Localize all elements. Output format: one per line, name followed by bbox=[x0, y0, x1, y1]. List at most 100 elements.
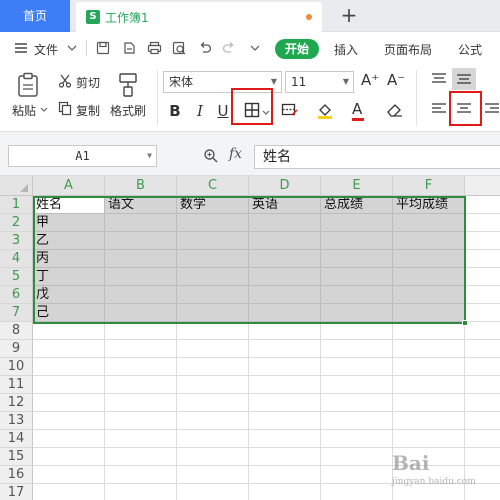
bold-button[interactable]: B bbox=[164, 100, 186, 122]
grid-cell[interactable] bbox=[393, 250, 465, 268]
grid-cell[interactable] bbox=[177, 286, 249, 304]
font-color-button[interactable]: A bbox=[352, 100, 362, 118]
grid-cell[interactable] bbox=[177, 358, 249, 376]
save-icon[interactable] bbox=[96, 41, 110, 55]
grid-cell[interactable] bbox=[33, 376, 105, 394]
grid-cell[interactable] bbox=[249, 448, 321, 466]
grid-cell[interactable] bbox=[321, 214, 393, 232]
row-header-9[interactable]: 9 bbox=[0, 340, 33, 358]
grid-cell[interactable] bbox=[33, 412, 105, 430]
grid-cell[interactable] bbox=[33, 394, 105, 412]
grid-cell[interactable] bbox=[249, 358, 321, 376]
grid-cell[interactable] bbox=[321, 394, 393, 412]
grid-cell[interactable] bbox=[177, 304, 249, 322]
column-header-d[interactable]: D bbox=[249, 176, 321, 196]
column-header-b[interactable]: B bbox=[105, 176, 177, 196]
grid-cell[interactable] bbox=[249, 250, 321, 268]
row-header-1[interactable]: 1 bbox=[0, 196, 33, 214]
format-painter-button[interactable]: 格式刷 bbox=[110, 102, 146, 119]
grid-cell[interactable] bbox=[105, 430, 177, 448]
grid-cell[interactable] bbox=[105, 232, 177, 250]
row-header-11[interactable]: 11 bbox=[0, 376, 33, 394]
grid-cell[interactable] bbox=[33, 340, 105, 358]
grid-cell[interactable] bbox=[33, 448, 105, 466]
eraser-icon[interactable] bbox=[386, 102, 404, 118]
grid-cell[interactable] bbox=[465, 232, 500, 250]
grid-cell[interactable] bbox=[177, 250, 249, 268]
grid-cell[interactable] bbox=[393, 268, 465, 286]
grid-cell[interactable] bbox=[105, 466, 177, 484]
grid-cell[interactable] bbox=[465, 268, 500, 286]
grid-cell[interactable] bbox=[105, 448, 177, 466]
grid-cell[interactable] bbox=[105, 322, 177, 340]
grid-cell[interactable] bbox=[465, 376, 500, 394]
grid-cell[interactable] bbox=[321, 376, 393, 394]
grid-cell[interactable] bbox=[321, 232, 393, 250]
grid-cell[interactable] bbox=[177, 484, 249, 500]
grid-cell[interactable] bbox=[177, 322, 249, 340]
grid-cell[interactable] bbox=[465, 250, 500, 268]
align-right-icon[interactable] bbox=[484, 102, 500, 116]
grid-cell[interactable] bbox=[393, 322, 465, 340]
grid-cell[interactable] bbox=[393, 358, 465, 376]
redo-icon[interactable] bbox=[222, 41, 236, 55]
name-cell[interactable]: 甲 bbox=[33, 214, 105, 232]
grid-cell[interactable] bbox=[177, 394, 249, 412]
grid-cell[interactable] bbox=[105, 214, 177, 232]
formula-input[interactable]: 姓名 bbox=[254, 145, 500, 169]
grid-cell[interactable] bbox=[465, 286, 500, 304]
grid-cell[interactable] bbox=[321, 466, 393, 484]
grid-cell[interactable] bbox=[465, 358, 500, 376]
grid-cell[interactable] bbox=[393, 340, 465, 358]
grid-cell[interactable] bbox=[465, 214, 500, 232]
row-header-14[interactable]: 14 bbox=[0, 430, 33, 448]
scissors-icon[interactable] bbox=[58, 74, 72, 88]
grid-cell[interactable] bbox=[321, 448, 393, 466]
grid-cell[interactable] bbox=[105, 412, 177, 430]
increase-font-size-button[interactable]: A⁺ bbox=[361, 71, 379, 89]
tab-formula[interactable]: 公式 bbox=[458, 41, 482, 58]
column-header-a[interactable]: A bbox=[33, 176, 105, 196]
row-header-5[interactable]: 5 bbox=[0, 268, 33, 286]
row-header-3[interactable]: 3 bbox=[0, 232, 33, 250]
select-all-corner[interactable] bbox=[0, 176, 33, 196]
grid-cell[interactable] bbox=[465, 340, 500, 358]
row-header-7[interactable]: 7 bbox=[0, 304, 33, 322]
cut-button[interactable]: 剪切 bbox=[76, 74, 100, 91]
grid-cell[interactable] bbox=[393, 394, 465, 412]
row-header-15[interactable]: 15 bbox=[0, 448, 33, 466]
grid-cell[interactable] bbox=[321, 286, 393, 304]
tab-home[interactable]: 首页 bbox=[0, 0, 70, 32]
grid-cell[interactable] bbox=[33, 358, 105, 376]
header-cell[interactable]: 姓名 bbox=[33, 196, 105, 214]
grid-cell[interactable] bbox=[249, 286, 321, 304]
name-cell[interactable]: 丁 bbox=[33, 268, 105, 286]
zoom-search-icon[interactable] bbox=[203, 148, 219, 164]
column-header-blank[interactable] bbox=[465, 176, 500, 196]
grid-cell[interactable] bbox=[321, 268, 393, 286]
grid-cell[interactable] bbox=[393, 412, 465, 430]
align-left-icon[interactable] bbox=[431, 102, 447, 116]
grid-cell[interactable] bbox=[249, 412, 321, 430]
grid-cell[interactable] bbox=[465, 196, 500, 214]
grid-cell[interactable] bbox=[177, 376, 249, 394]
grid-cell[interactable] bbox=[33, 484, 105, 500]
grid-cell[interactable] bbox=[33, 430, 105, 448]
row-header-10[interactable]: 10 bbox=[0, 358, 33, 376]
name-cell[interactable]: 乙 bbox=[33, 232, 105, 250]
paste-dropdown-icon[interactable] bbox=[40, 106, 48, 114]
paste-button[interactable]: 粘贴 bbox=[12, 102, 36, 119]
header-cell[interactable]: 英语 bbox=[249, 196, 321, 214]
fill-handle[interactable] bbox=[462, 320, 468, 326]
name-cell[interactable]: 己 bbox=[33, 304, 105, 322]
tab-document[interactable]: S 工作簿1 bbox=[76, 2, 322, 32]
grid-cell[interactable] bbox=[105, 484, 177, 500]
grid-cell[interactable] bbox=[321, 484, 393, 500]
name-cell[interactable]: 戊 bbox=[33, 286, 105, 304]
font-size-select[interactable]: 11 ▼ bbox=[285, 71, 354, 93]
grid-cell[interactable] bbox=[393, 376, 465, 394]
grid-cell[interactable] bbox=[105, 304, 177, 322]
header-cell[interactable]: 语文 bbox=[105, 196, 177, 214]
row-header-13[interactable]: 13 bbox=[0, 412, 33, 430]
grid-cell[interactable] bbox=[105, 268, 177, 286]
